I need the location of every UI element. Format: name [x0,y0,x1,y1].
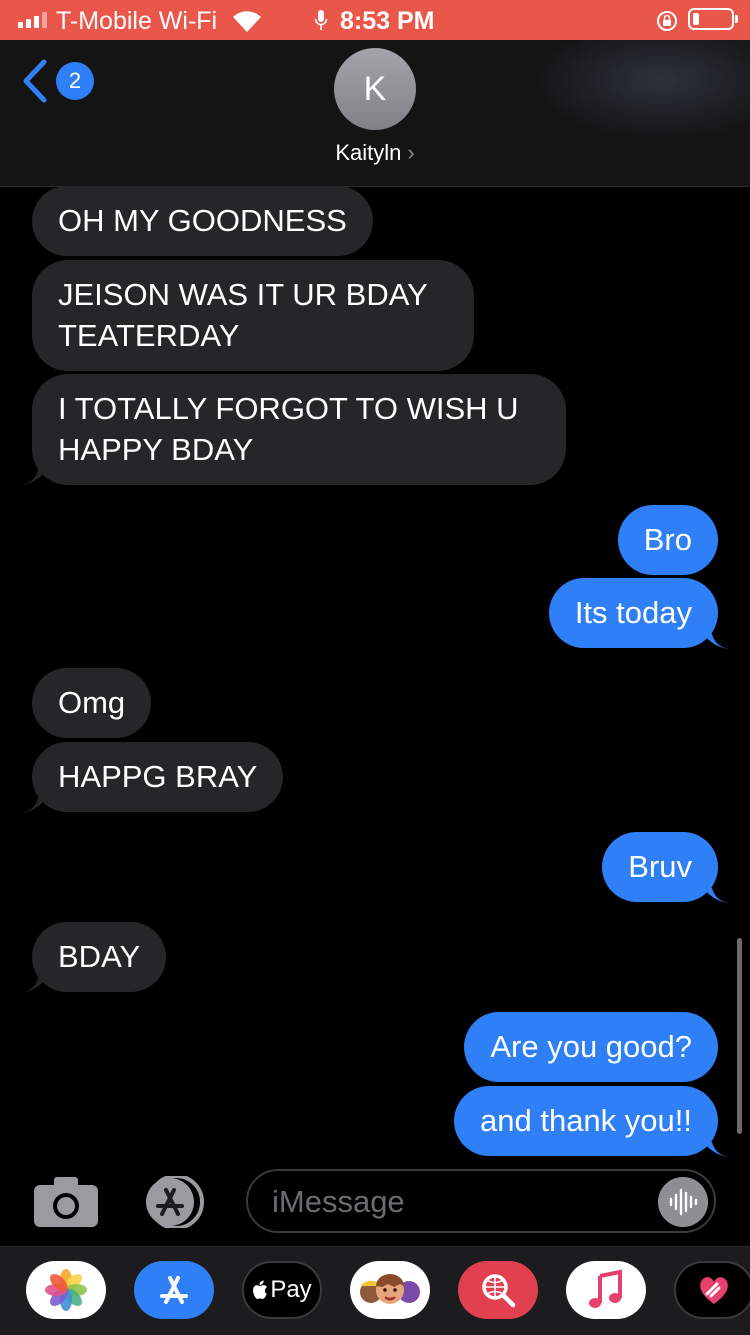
message-input[interactable]: iMessage [246,1169,716,1233]
input-bar: iMessage [0,1160,750,1246]
microphone-icon [314,10,328,30]
unread-count-badge: 2 [56,62,94,100]
message-sent[interactable]: and thank you!! [454,1086,718,1156]
wifi-icon [233,11,261,33]
apple-logo-icon [253,1280,268,1299]
contact-name: Kaityln [335,140,402,165]
bubble-tail [20,460,50,485]
bubble-tail [700,878,730,903]
rotation-lock-icon [657,11,677,31]
battery-icon [688,8,738,30]
bubble-tail [20,788,50,813]
bubble-tail [700,1132,730,1157]
music-icon[interactable] [566,1261,646,1319]
chevron-right-icon: › [407,140,415,165]
message-sent[interactable]: Are you good? [464,1012,718,1082]
back-button[interactable]: 2 [20,58,94,104]
bubble-tail [20,968,50,993]
message-received[interactable]: HAPPG BRAY [32,742,284,812]
message-sent[interactable]: Bro [617,505,718,575]
web-search-icon[interactable] [458,1261,538,1319]
app-store-icon[interactable] [134,1261,214,1319]
digital-touch-icon[interactable] [674,1261,750,1319]
photos-icon[interactable] [26,1261,106,1319]
chevron-left-icon [23,59,47,103]
message-received[interactable]: I TOTALLY FORGOT TO WISH U HAPPY BDAY [32,374,566,485]
clock: 8:53 PM [340,7,435,35]
message-received[interactable]: OH MY GOODNESS [32,186,373,256]
memoji-icon[interactable] [350,1261,430,1319]
apple-pay-label: Pay [270,1276,312,1303]
apple-pay-icon[interactable]: Pay [242,1261,322,1319]
cellular-signal-icon [18,12,47,28]
message-received[interactable]: Omg [32,668,152,738]
bubble-tail [700,624,730,649]
status-bar: T-Mobile Wi-Fi 8:53 PM [0,0,750,40]
carrier-label: T-Mobile Wi-Fi [56,7,218,35]
conversation-header: 2 K Kaityln › [0,40,750,187]
app-store-button[interactable] [138,1176,214,1228]
contact-avatar[interactable]: K [334,48,416,130]
contact-name-button[interactable]: Kaityln › [0,140,750,166]
app-drawer: Pay [0,1246,750,1335]
message-received[interactable]: BDAY [32,922,167,992]
audio-record-button[interactable] [658,1177,708,1227]
camera-button[interactable] [34,1177,98,1227]
scrollbar[interactable] [737,938,742,1134]
message-placeholder: iMessage [272,1184,405,1219]
message-received[interactable]: JEISON WAS IT UR BDAY TEATERDAY [32,260,474,371]
message-sent[interactable]: Its today [548,578,718,648]
